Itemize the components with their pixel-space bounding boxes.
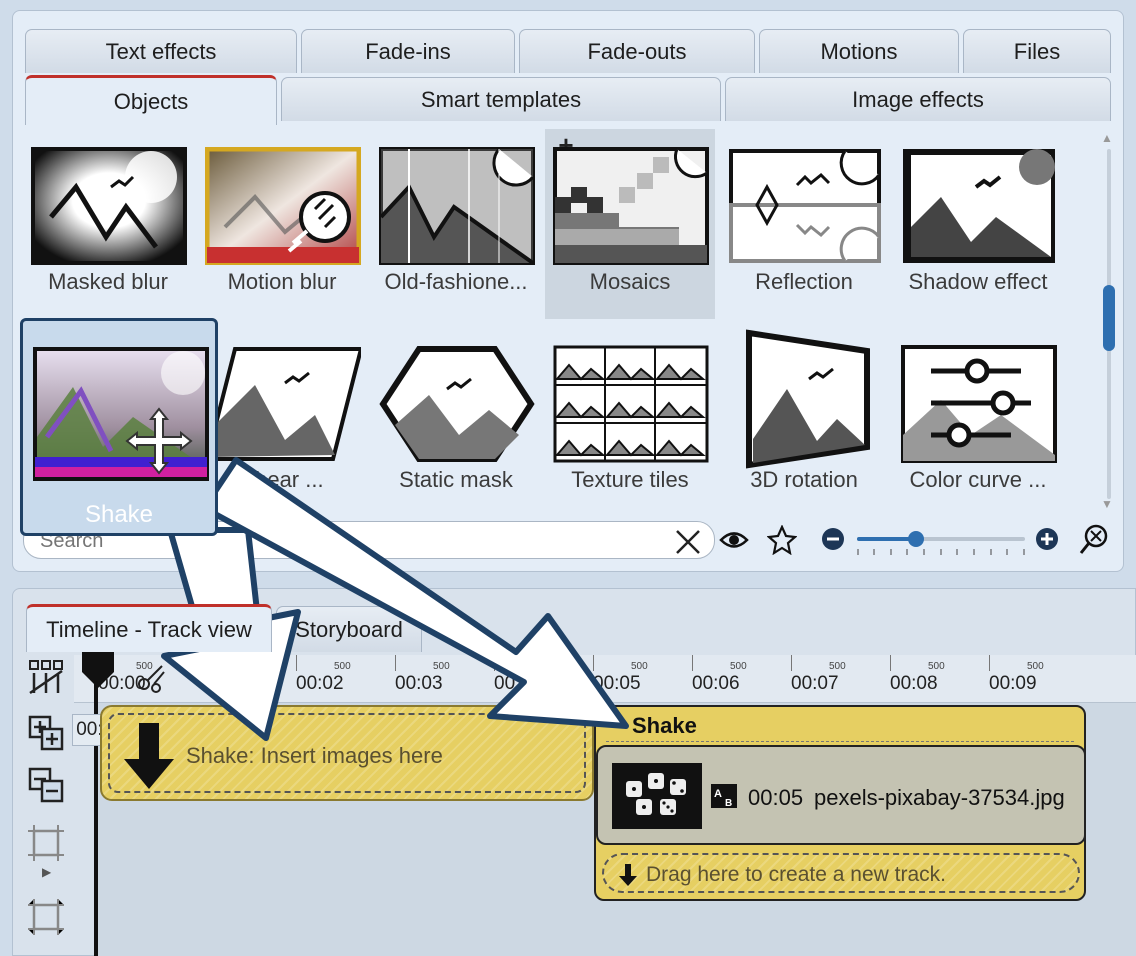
tab-objects[interactable]: Objects: [25, 75, 277, 125]
dragged-shake-tile[interactable]: Shake: [20, 318, 218, 536]
shake-icon: [33, 347, 209, 481]
dragged-tile-label: Shake: [84, 501, 154, 528]
tab-timeline-track-view[interactable]: Timeline - Track view: [26, 604, 272, 652]
tab-label: Timeline - Track view: [46, 616, 252, 642]
tab-label: Objects: [113, 88, 189, 114]
